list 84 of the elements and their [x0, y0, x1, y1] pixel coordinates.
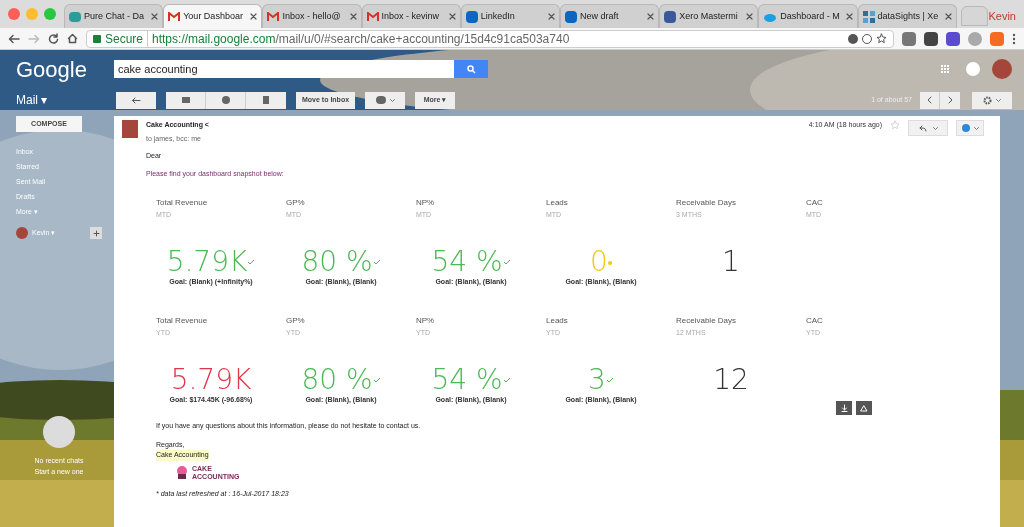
browser-tab[interactable]: Pure Chat - Da — [64, 4, 164, 28]
search-field[interactable]: cake accounting — [114, 60, 454, 78]
secure-label: Secure — [105, 30, 144, 48]
metric-value: 5.79K — [166, 246, 248, 277]
tab-title: Inbox - hello@ — [282, 9, 342, 23]
tab-title: Dashboard - M — [780, 9, 841, 23]
caret-icon — [996, 98, 1001, 102]
mail-icon — [267, 11, 280, 22]
tab-title: Your Dashboar — [183, 9, 244, 23]
caret-icon — [389, 98, 395, 102]
metric-label: GP% — [286, 315, 306, 327]
add-button[interactable] — [90, 227, 102, 239]
browser-tab[interactable]: Your Dashboar — [163, 4, 263, 28]
mail-icon — [168, 11, 181, 22]
metric-value: 3 — [588, 364, 606, 395]
cupcake-icon — [176, 465, 188, 480]
search-button[interactable] — [454, 60, 488, 78]
chevron-left-icon — [927, 96, 932, 104]
home-icon[interactable] — [67, 33, 78, 44]
metric-label: Receivable Days — [676, 315, 738, 327]
metric-value: 12 — [713, 364, 749, 395]
metric-label: Leads — [546, 197, 569, 209]
browser-tab[interactable]: Dashboard - M — [758, 4, 858, 28]
metric-label: NP% — [416, 197, 436, 209]
tab-title: New draft — [579, 9, 620, 23]
menu-icon[interactable] — [1012, 32, 1016, 45]
metric-label: Total Revenue — [156, 315, 209, 327]
close-icon[interactable] — [349, 13, 357, 20]
tab-title: LinkedIn — [480, 9, 516, 23]
grid-icon — [862, 10, 875, 23]
back-icon[interactable] — [8, 33, 20, 44]
download-button[interactable] — [836, 401, 852, 415]
metric-label: Leads — [546, 315, 569, 327]
mail-icon — [366, 11, 379, 22]
metric-value: 54 % — [431, 246, 503, 277]
address-bar[interactable]: Secure https://mail.google.com/mail/u/0/#search/cake+accounting/15d4c91ca503a740 — [86, 29, 894, 48]
close-icon[interactable] — [250, 13, 258, 20]
reload-icon[interactable] — [48, 33, 59, 44]
avatar — [122, 120, 138, 138]
star-icon[interactable] — [876, 33, 887, 44]
metric-value: 80 % — [301, 364, 373, 395]
metric-value: 0 — [590, 246, 608, 277]
metric-value: 80 % — [301, 246, 373, 277]
tab-title: Xero Mastermi — [679, 9, 739, 23]
drive-icon — [860, 404, 868, 412]
close-icon[interactable] — [547, 13, 555, 20]
metric-value: 5.79K — [170, 364, 252, 395]
browser-tab[interactable]: New draft — [559, 4, 660, 28]
metric-value: 54 % — [431, 364, 503, 395]
tab-title: dataSights | Xe — [877, 9, 940, 23]
back-arrow-icon — [131, 96, 141, 104]
url-text: https://mail.google.com/mail/u/0/#search/cake+accounting/15d4c91ca503a740 — [147, 29, 570, 48]
browser-tab[interactable]: dataSights | Xe — [857, 4, 957, 28]
browser-tab[interactable]: Inbox - kevinw — [361, 4, 461, 28]
close-icon[interactable] — [647, 13, 655, 20]
download-icon — [840, 404, 848, 412]
browser-tab[interactable]: Xero Mastermi — [659, 4, 759, 28]
google-logo[interactable]: Google — [16, 52, 114, 86]
tab-title: Inbox - kevinw — [381, 9, 441, 23]
reply-icon — [918, 124, 927, 132]
caret-icon — [932, 126, 938, 130]
search-icon — [466, 64, 476, 74]
extension-button[interactable] — [956, 120, 984, 136]
metric-label: CAC — [806, 315, 824, 327]
metric-label: GP% — [286, 197, 306, 209]
profile-name[interactable]: Kevin — [988, 7, 1016, 24]
close-icon[interactable] — [845, 13, 853, 20]
chevron-right-icon — [947, 96, 953, 104]
caret-icon — [973, 126, 979, 130]
drive-button[interactable] — [856, 401, 872, 415]
close-icon[interactable] — [448, 13, 456, 20]
metric-label: NP% — [416, 315, 436, 327]
metric-value: 1 — [722, 246, 740, 277]
mail-menu[interactable]: Mail ▾ — [16, 91, 116, 109]
browser-tab[interactable]: Inbox - hello@ — [262, 4, 362, 28]
plus-icon — [92, 229, 100, 237]
tab-title: Pure Chat - Da — [84, 9, 146, 23]
close-icon[interactable] — [746, 13, 754, 20]
metric-label: Receivable Days — [676, 197, 738, 209]
metric-label: CAC — [806, 197, 824, 209]
metric-label: Total Revenue — [156, 197, 209, 209]
browser-tab[interactable]: LinkedIn — [460, 4, 560, 28]
close-icon[interactable] — [151, 13, 159, 20]
close-icon[interactable] — [944, 13, 952, 20]
